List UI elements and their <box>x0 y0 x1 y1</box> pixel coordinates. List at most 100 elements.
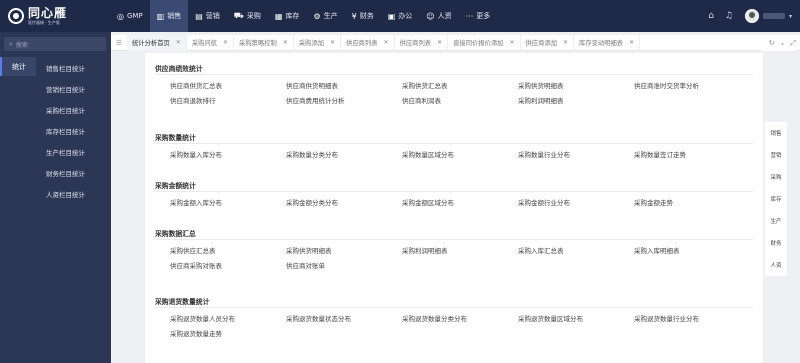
report-link[interactable]: 供应商采购对账表 <box>170 259 286 274</box>
home-icon[interactable]: ⌂ <box>708 11 714 21</box>
bell-icon[interactable]: ♫ <box>725 11 733 21</box>
report-link[interactable]: 供应商退款排行 <box>170 94 286 109</box>
tab-item[interactable]: 采购添加 ✕ <box>294 34 342 51</box>
chevron-down-icon[interactable]: ▾ <box>789 13 792 20</box>
report-link[interactable]: 采购数量区域分布 <box>402 148 518 163</box>
app-logo[interactable]: 同心雁 医疗器械 · 生产版 <box>0 0 110 32</box>
topnav-item-5[interactable]: ⚙ 生产 <box>306 0 344 32</box>
report-link[interactable]: 采购供应汇总表 <box>170 244 286 259</box>
rail-item[interactable]: 采购 <box>765 166 787 188</box>
topnav-label: 人资 <box>437 12 452 20</box>
close-icon[interactable]: ✕ <box>384 39 389 46</box>
topnav-item-2[interactable]: ▤ 营销 <box>188 0 227 32</box>
sidebar-search-input[interactable]: ⌕ 搜索 <box>4 37 106 51</box>
tab-item[interactable]: 统计分析首页 ✕ <box>127 34 187 51</box>
topnav-item-0[interactable]: ◎ GMP <box>110 0 150 32</box>
top-navigation-bar: 同心雁 医疗器械 · 生产版 ◎ GMP ▥ 销售 ▤ 营销 ⛟ 采购 ▦ 库存 ⚙ 生产 ¥ 财务 ▣ 办公… <box>0 0 800 32</box>
sidebar-item-statistics[interactable]: 统计 <box>0 57 36 76</box>
report-link[interactable]: 采购数量分类分布 <box>286 148 402 163</box>
tab-item[interactable]: 采购问航 ✕ <box>187 34 235 51</box>
topnav-item-3[interactable]: ⛟ 采购 <box>227 0 268 32</box>
topnav-item-1[interactable]: ▥ 销售 <box>149 0 189 32</box>
report-link[interactable]: 供应商利润表 <box>402 94 518 109</box>
report-link[interactable]: 采购入库明细表 <box>634 244 750 259</box>
report-link[interactable]: 采购退货数量状态分布 <box>286 312 402 327</box>
sidebar-subitem[interactable]: 生产栏目统计 <box>36 141 111 162</box>
logo-subtitle: 医疗器械 · 生产版 <box>28 20 60 25</box>
rail-item[interactable]: 财务 <box>765 232 787 254</box>
close-icon[interactable]: ✕ <box>563 39 568 46</box>
topnav-item-7[interactable]: ▣ 办公 <box>381 0 420 32</box>
report-link[interactable]: 采购金额入库分布 <box>170 196 286 211</box>
report-link[interactable]: 供应商准时交货率分析 <box>634 79 750 94</box>
sidebar-subitem[interactable]: 采购栏目统计 <box>36 99 111 120</box>
report-link[interactable]: 采购退货数量人员分布 <box>170 312 286 327</box>
report-link-grid: 采购数量入库分布 采购数量分类分布 采购数量区域分布 采购数量行业分布 采购数量签订走势 <box>155 148 753 163</box>
close-icon[interactable]: ✕ <box>437 39 442 46</box>
rail-item[interactable]: 生产 <box>765 210 787 232</box>
close-icon[interactable]: ✕ <box>223 39 228 46</box>
sidebar-subitem[interactable]: 销售栏目统计 <box>36 57 111 78</box>
close-icon[interactable]: ✕ <box>330 39 335 46</box>
stat-section: 采购数量统计 采购数量入库分布 采购数量分类分布 采购数量区域分布 采购数量行业分布 采购… <box>155 132 753 163</box>
rail-item[interactable]: 销售 <box>765 122 787 144</box>
report-link[interactable]: 采购退货数量行业分布 <box>634 312 750 327</box>
report-link[interactable]: 采购利润明细表 <box>402 244 518 259</box>
report-link-grid: 供应商供货汇总表 供应商供货明细表 采购供货汇总表 采购供货明细表 供应商准时交货率分析… <box>155 79 753 109</box>
rail-item[interactable]: 库存 <box>765 188 787 210</box>
report-link[interactable]: 采购供货明细表 <box>518 79 634 94</box>
report-link[interactable]: 采购金额行业分布 <box>518 196 634 211</box>
report-link[interactable]: 供应商供货汇总表 <box>170 79 286 94</box>
fullscreen-icon[interactable]: ⤢ <box>790 39 796 48</box>
tab-item[interactable]: 供应商添加 ✕ <box>521 34 575 51</box>
refresh-icon[interactable]: ↻ <box>769 39 775 47</box>
topnav-label: 更多 <box>476 12 491 20</box>
tab-item[interactable]: 库存变动明细表 ✕ <box>574 34 641 51</box>
report-link[interactable]: 采购金额走势 <box>634 196 750 211</box>
sidebar-subitem[interactable]: 财务栏目统计 <box>36 162 111 183</box>
report-link[interactable]: 采购退货数量分类分布 <box>402 312 518 327</box>
report-link[interactable]: 采购供货明细表 <box>286 244 402 259</box>
chevron-down-icon[interactable]: ⌄ <box>780 39 786 47</box>
avatar[interactable] <box>744 9 759 23</box>
stat-section: 采购金额统计 采购金额入库分布 采购金额分类分布 采购金额区域分布 采购金额行业分布 采购… <box>155 180 753 211</box>
topnav-item-9[interactable]: ··· 更多 <box>459 0 498 32</box>
tab-item[interactable]: 直接同价报价添加 ✕ <box>448 34 521 51</box>
sidebar-subitem[interactable]: 库存栏目统计 <box>36 120 111 141</box>
tab-item[interactable]: 采购策略控制 ✕ <box>234 34 294 51</box>
tab-item[interactable]: 供应商列表 ✕ <box>395 34 449 51</box>
more-icon: ··· <box>465 11 474 21</box>
close-icon[interactable]: ✕ <box>509 39 514 46</box>
rail-item[interactable]: 人资 <box>765 254 787 276</box>
close-icon[interactable]: ✕ <box>629 39 634 46</box>
report-link[interactable]: 采购入库汇总表 <box>518 244 634 259</box>
tab-label: 库存变动明细表 <box>579 40 624 47</box>
report-link[interactable]: 采购供货汇总表 <box>402 79 518 94</box>
username-blurred[interactable] <box>762 13 785 19</box>
report-link[interactable]: 采购数量行业分布 <box>518 148 634 163</box>
sidebar-subitem[interactable]: 人资栏目统计 <box>36 183 111 204</box>
topnav-item-4[interactable]: ▦ 库存 <box>268 0 307 32</box>
topnav-item-6[interactable]: ¥ 财务 <box>345 0 381 32</box>
report-link[interactable]: 供应商对账单 <box>286 259 402 274</box>
report-link[interactable]: 采购金额分类分布 <box>286 196 402 211</box>
topnav-item-8[interactable]: ☺ 人资 <box>419 0 458 32</box>
sidebar-subitem[interactable]: 营销栏目统计 <box>36 78 111 99</box>
report-link[interactable]: 采购退货数量走势 <box>170 327 286 342</box>
report-link[interactable]: 采购利润明细表 <box>518 94 634 109</box>
report-link[interactable]: 供应商供货明细表 <box>286 79 402 94</box>
tab-item[interactable]: 供应商列表 ✕ <box>341 34 395 51</box>
report-link[interactable]: 采购数量签订走势 <box>634 148 750 163</box>
tab-label: 采购策略控制 <box>239 40 277 47</box>
tab-menu-toggle-icon[interactable]: ☰ <box>111 35 127 51</box>
close-icon[interactable]: ✕ <box>176 39 181 46</box>
report-link[interactable]: 采购退货数量区域分布 <box>518 312 634 327</box>
close-icon[interactable]: ✕ <box>283 39 288 46</box>
logo-title: 同心雁 <box>28 6 68 20</box>
report-link[interactable]: 供应商费用统计分析 <box>286 94 402 109</box>
rail-item[interactable]: 营销 <box>765 144 787 166</box>
module-nav: ◎ GMP ▥ 销售 ▤ 营销 ⛟ 采购 ▦ 库存 ⚙ 生产 ¥ 财务 ▣ 办公 ☺ 人资 ··· 更多 <box>110 0 497 32</box>
report-link[interactable]: 采购数量入库分布 <box>170 148 286 163</box>
report-link[interactable]: 采购金额区域分布 <box>402 196 518 211</box>
tab-label: 采购问航 <box>191 40 217 47</box>
